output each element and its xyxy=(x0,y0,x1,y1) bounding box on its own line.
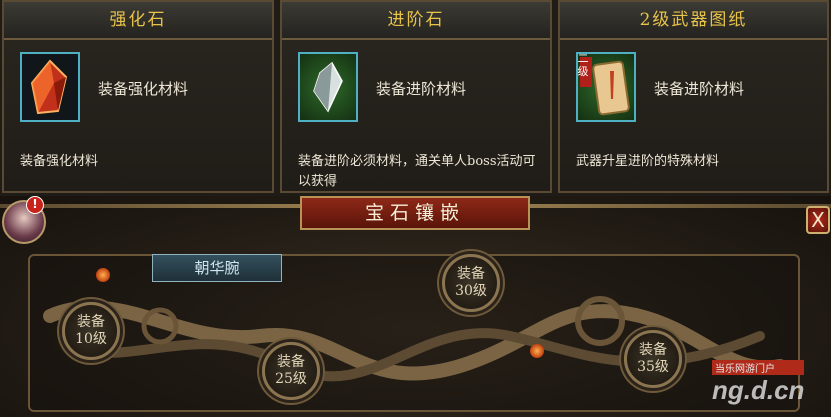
watermark-site: 当乐网游门户 xyxy=(712,360,805,375)
card-title: 2级武器图纸 xyxy=(560,2,827,40)
item-card-strengthen-stone[interactable]: 强化石 装备强化材料 装备强化材料 xyxy=(2,0,274,193)
card-title: 进阶石 xyxy=(282,2,550,40)
silver-crystal-icon xyxy=(298,52,358,122)
slot-level: 30级 xyxy=(455,283,487,299)
slot-label: 装备 xyxy=(457,266,485,282)
card-subtitle: 装备强化材料 xyxy=(98,80,189,98)
slot-label: 装备 xyxy=(277,354,305,370)
gem-slot-3[interactable]: 装备 30级 xyxy=(442,254,500,312)
item-card-weapon-blueprint[interactable]: 2级武器图纸 二级 装备进阶材料 武器升星进阶的特殊材料 xyxy=(558,0,829,193)
watermark: 当乐网游门户 ng.d.cn xyxy=(712,360,805,406)
card-description: 装备进阶必须材料，通关单人boss活动可以获得 xyxy=(298,154,536,189)
tab-equipment-slot[interactable]: 朝华腕 xyxy=(152,254,282,282)
close-button[interactable]: X xyxy=(806,206,830,234)
gem-slot-1[interactable]: 装备 10级 xyxy=(62,302,120,360)
item-card-advance-stone[interactable]: 进阶石 装备进阶材料 装备进阶必须材料，通关单人boss活动可以获得 xyxy=(280,0,552,193)
gem-inlay-panel: 宝石镶嵌 朝华腕 装备 10级 装备 25级 装备 30级 装备 35级 xyxy=(0,196,831,417)
slot-level: 25级 xyxy=(275,371,307,387)
card-description: 装备强化材料 xyxy=(20,154,99,169)
slot-level: 10级 xyxy=(75,331,107,347)
item-info-strip: 强化石 装备强化材料 装备强化材料 进阶石 装备进阶材料 装备进阶必须材料，通关… xyxy=(0,0,831,196)
level-badge: 二级 xyxy=(577,52,589,78)
gem-slot-4[interactable]: 装备 35级 xyxy=(624,330,682,388)
slot-level: 35级 xyxy=(637,359,669,375)
red-gem-icon xyxy=(96,268,110,282)
red-crystal-icon xyxy=(20,52,80,122)
red-gem-icon xyxy=(530,344,544,358)
slot-label: 装备 xyxy=(639,342,667,358)
card-description: 武器升星进阶的特殊材料 xyxy=(576,154,720,169)
slot-label: 装备 xyxy=(77,314,105,330)
card-title: 强化石 xyxy=(4,2,272,40)
card-subtitle: 装备进阶材料 xyxy=(654,80,745,98)
watermark-domain: ng.d.cn xyxy=(712,375,805,405)
gem-slot-2[interactable]: 装备 25级 xyxy=(262,342,320,400)
panel-title: 宝石镶嵌 xyxy=(300,196,530,230)
card-subtitle: 装备进阶材料 xyxy=(376,80,467,98)
ornamental-vine xyxy=(43,296,787,382)
alert-icon: ! xyxy=(26,196,44,214)
